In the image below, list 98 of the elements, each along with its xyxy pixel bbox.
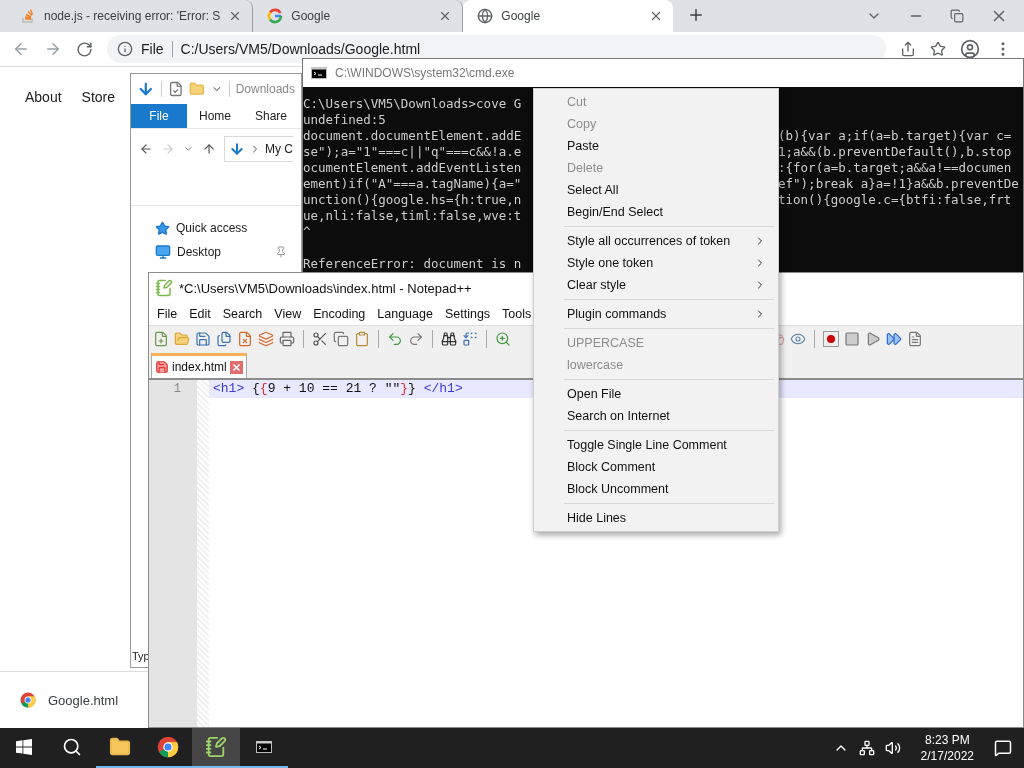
console-text: ue,nli:false,timl:false,wve:t <box>303 208 522 224</box>
network-icon[interactable] <box>858 740 875 756</box>
menu-item[interactable]: Clear style <box>534 274 778 296</box>
menu-item[interactable]: Block Comment <box>534 456 778 478</box>
menu-item[interactable]: Style all occurrences of token <box>534 230 778 252</box>
menu-item[interactable]: Edit <box>183 307 217 321</box>
window-title: Downloads <box>235 82 295 96</box>
close-icon[interactable] <box>229 360 243 374</box>
arrow-down-icon[interactable] <box>137 80 155 98</box>
cut-icon[interactable] <box>312 331 328 347</box>
save-icon[interactable] <box>195 331 211 347</box>
console-text: ^ <box>303 224 311 240</box>
menu-item[interactable]: Block Uncomment <box>534 478 778 500</box>
console-text: (b){var a;if(a=b.target){var c= <box>778 128 1012 144</box>
copy-icon[interactable] <box>333 331 349 347</box>
back-icon[interactable] <box>139 141 154 157</box>
nav-item[interactable]: Quick access <box>131 216 301 240</box>
info-icon[interactable] <box>117 41 133 57</box>
taskbar-app[interactable] <box>192 728 240 768</box>
console-text: undefined:5 <box>303 112 386 128</box>
globe-icon <box>477 8 494 24</box>
nav-link[interactable]: Store <box>81 89 116 105</box>
menu-item[interactable]: Search on Internet <box>534 405 778 427</box>
window-title: C:\WINDOWS\system32\cmd.exe <box>335 66 515 80</box>
checked-file-icon[interactable] <box>167 81 184 97</box>
menu-item[interactable]: Toggle Single Line Comment <box>534 434 778 456</box>
close-file-icon[interactable] <box>237 331 253 347</box>
line-number: 1 <box>173 381 181 398</box>
menu-item[interactable]: Select All <box>534 179 778 201</box>
reload-icon[interactable] <box>76 40 93 58</box>
new-file-icon[interactable] <box>153 331 169 347</box>
save-icon <box>155 360 169 374</box>
menu-item[interactable]: Paste <box>534 135 778 157</box>
monitor-icon <box>155 244 171 260</box>
zoom-in-icon[interactable] <box>495 331 511 347</box>
share-icon[interactable] <box>900 41 916 57</box>
star-icon <box>155 220 170 236</box>
menu-item[interactable]: File <box>151 307 184 321</box>
console-text: tion(){google.c={btfi:false,frt <box>778 192 1012 208</box>
nav-item[interactable]: Desktop <box>131 240 301 264</box>
console-text: 1;a&&(b.preventDefault(),b.stop <box>778 144 1012 160</box>
browser-icon <box>157 736 179 758</box>
console-icon[interactable] <box>256 741 272 753</box>
redo-icon[interactable] <box>408 331 424 347</box>
pin-icon <box>275 246 287 258</box>
star-icon[interactable] <box>930 41 946 57</box>
window-title: *C:\Users\VM5\Downloads\index.html - Notepad++ <box>179 280 472 296</box>
fast-forward-icon[interactable] <box>886 331 902 347</box>
file-tab[interactable]: index.html <box>151 353 247 378</box>
browser-tab[interactable]: Google <box>463 0 674 32</box>
arrow-down-icon <box>229 141 245 157</box>
stacked-bars-icon <box>20 8 36 24</box>
paste-icon[interactable] <box>354 331 370 347</box>
ribbon-tab[interactable]: File <box>131 104 187 128</box>
console-text: ef");break a}a=!1}a&&b.preventDe <box>778 176 1019 192</box>
console-text: :{for(a=b.target;a&&a!==documen <box>778 160 1012 176</box>
nav-link[interactable]: About <box>25 89 62 105</box>
menu-item[interactable]: Encoding <box>307 307 372 321</box>
folder-icon[interactable] <box>109 736 131 758</box>
menu-item[interactable]: Begin/End Select <box>534 201 778 223</box>
search-icon[interactable] <box>62 737 82 757</box>
menu-item[interactable]: Style one token <box>534 252 778 274</box>
undo-icon[interactable] <box>387 331 403 347</box>
stop-icon[interactable] <box>844 331 860 347</box>
clock[interactable]: 8:23 PM 2/17/2022 <box>910 732 984 764</box>
console-icon <box>311 67 327 79</box>
profile-icon[interactable] <box>960 39 980 59</box>
menu-item[interactable]: Language <box>371 307 439 321</box>
console-text: unction(){google.hs={h:true,n <box>303 192 522 208</box>
start-icon[interactable] <box>16 739 32 755</box>
menu-item[interactable]: Search <box>216 307 269 321</box>
replace-icon[interactable] <box>462 331 478 347</box>
find-icon[interactable] <box>441 331 457 347</box>
record-icon[interactable] <box>823 331 839 347</box>
console-text: document.documentElement.addE <box>303 128 522 144</box>
menu-item[interactable]: Hide Lines <box>534 507 778 529</box>
notepad-icon[interactable] <box>205 736 227 758</box>
save-all-icon[interactable] <box>216 331 232 347</box>
print-icon[interactable] <box>279 331 295 347</box>
menu-item[interactable]: View <box>268 307 308 321</box>
forward-icon[interactable] <box>44 40 62 58</box>
browser-tab[interactable]: node.js - receiving error: 'Error: S <box>6 0 254 32</box>
play-icon[interactable] <box>865 331 881 347</box>
restore-icon[interactable] <box>950 9 964 23</box>
notepad-icon <box>155 279 173 297</box>
download-item[interactable]: Google.html <box>20 692 119 708</box>
console-text: ReferenceError: document is n <box>303 256 522 272</box>
notification-icon[interactable] <box>994 739 1012 757</box>
menu-item[interactable]: Settings <box>438 307 497 321</box>
eye-icon[interactable] <box>790 331 806 347</box>
g-logo-icon <box>267 8 284 24</box>
volume-icon[interactable] <box>884 740 901 756</box>
path-field[interactable]: My C <box>224 136 293 162</box>
browser-icon <box>20 692 36 708</box>
console-text: C:\Users\VM5\Downloads>cove G <box>303 96 522 112</box>
console-text: se");a="1"===c||"q"===c&&!a.e <box>303 144 522 160</box>
console-text: ement)if("A"===a.tagName){a=" <box>303 176 522 192</box>
console-text: ocumentElement.addEventListen <box>303 160 522 176</box>
